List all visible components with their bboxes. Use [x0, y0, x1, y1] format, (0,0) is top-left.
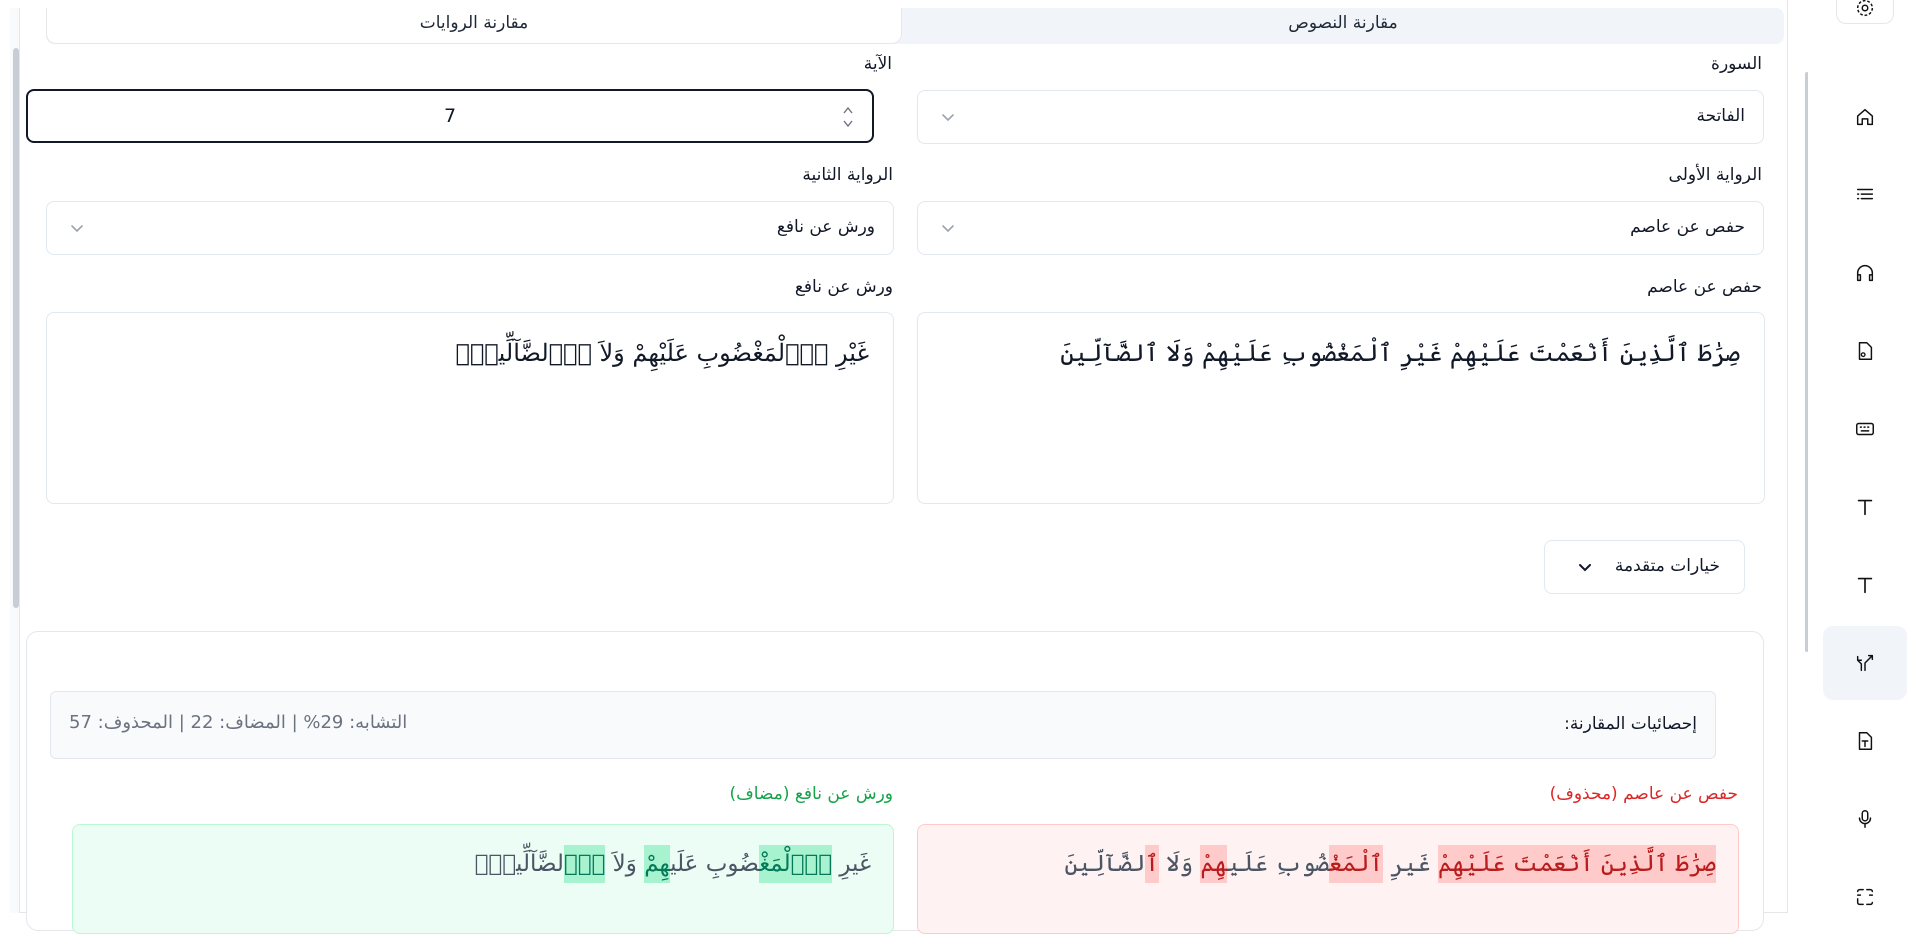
unchanged-segment: وَلاَ [605, 851, 645, 877]
left-scrollbar[interactable] [10, 8, 20, 913]
number-spinner-icon[interactable] [842, 103, 854, 131]
nav-audio[interactable] [1823, 236, 1907, 310]
advanced-options-button[interactable]: خيارات متقدمة [1544, 540, 1745, 594]
text-icon [1857, 499, 1873, 516]
tab-compare-texts[interactable]: مقارنة النصوص [902, 8, 1784, 44]
text-alt-icon [1857, 577, 1873, 594]
second-text-area[interactable]: غَيْرِ اِ۬لْمَغْضُوبِ عَلَيْهِمْ وَلاَ ا… [46, 312, 894, 504]
nav-microphone[interactable] [1823, 782, 1907, 856]
left-scrollbar-thumb[interactable] [13, 48, 19, 608]
file-text-icon [1858, 732, 1873, 750]
first-text-area[interactable]: صِرَٰطَ ٱلَّذِينَ أَنْعَمْتَ عَلَيْهِمْ … [917, 312, 1765, 504]
deleted-label: حفص عن عاصم (محذوف) [1549, 784, 1738, 804]
file-audio-icon [1858, 342, 1873, 360]
nav-keyboard[interactable] [1823, 392, 1907, 466]
keyboard-icon [1856, 422, 1874, 436]
chevron-down-icon [71, 225, 83, 233]
stats-summary: التشابه: 29% | المضاف: 22 | المحذوف: 57 [69, 712, 408, 733]
nav-speech[interactable] [1823, 860, 1907, 934]
headphones-icon [1856, 265, 1874, 282]
speech-icon [1856, 888, 1874, 906]
added-diff-box: غَيرِ اِ۬لْمَغْضُوبِ عَلَيهِمْ وَلاَ اَ۬… [72, 824, 894, 934]
second-narration-label: الرواية الثانية [802, 165, 893, 185]
surah-label: السورة [1711, 54, 1762, 74]
tab-compare-narrations[interactable]: مقارنة الروايات [46, 8, 902, 44]
unchanged-segment: ضُوبِ عَلَي [1227, 851, 1330, 877]
settings-button[interactable] [1836, 0, 1894, 24]
unchanged-segment: لضَّآلِّينَۖ [474, 851, 564, 877]
ayah-number-input[interactable]: 7 [26, 89, 874, 143]
first-narration-label: الرواية الأولى [1668, 165, 1762, 185]
ayah-number-value: 7 [443, 105, 457, 127]
microphone-icon [1858, 810, 1872, 828]
home-icon [1856, 108, 1874, 126]
surah-select-value: الفاتحة [1696, 106, 1745, 126]
nav-text[interactable] [1823, 470, 1907, 544]
first-narration-select[interactable]: حفص عن عاصم [917, 201, 1764, 255]
deleted-segment: ٱ [1145, 845, 1159, 883]
nav-home[interactable] [1823, 80, 1907, 154]
added-label: ورش عن نافع (مضاف) [729, 784, 893, 804]
deleted-segment: صِرَٰطَ ٱلَّذِينَ أَنْعَمْتَ عَلَيْهِمْ [1438, 845, 1716, 883]
added-segment: اِ۬لْمَغْ [759, 845, 833, 883]
list-icon [1856, 188, 1874, 200]
compare-icon [1856, 654, 1874, 672]
first-text-title: حفص عن عاصم [1647, 277, 1762, 297]
chevron-down-icon [942, 114, 954, 122]
nav-text-file[interactable] [1823, 704, 1907, 778]
advanced-options-label: خيارات متقدمة [1614, 556, 1720, 576]
nav-text-alt[interactable] [1823, 548, 1907, 622]
deleted-diff-text: صِرَٰطَ ٱلَّذِينَ أَنْعَمْتَ عَلَيْهِمْ … [1064, 845, 1716, 883]
unchanged-segment: ضُوبِ عَلَي [670, 851, 760, 877]
unchanged-segment: غَيرِ [832, 851, 871, 877]
added-segment: هِمْ [644, 845, 671, 883]
deleted-segment: ٱلْمَغْ [1329, 845, 1383, 883]
nav-compare[interactable] [1823, 626, 1907, 700]
second-narration-select[interactable]: ورش عن نافع [46, 201, 894, 255]
chevron-down-icon [1579, 564, 1591, 572]
added-diff-text: غَيرِ اِ۬لْمَغْضُوبِ عَلَيهِمْ وَلاَ اَ۬… [474, 845, 871, 883]
second-text-title: ورش عن نافع [794, 277, 893, 297]
second-narration-value: ورش عن نافع [776, 217, 875, 237]
unchanged-segment: لضَّآلِّينَ [1064, 851, 1146, 877]
stats-title: إحصائيات المقارنة: [1564, 714, 1697, 734]
comparison-stats: إحصائيات المقارنة: التشابه: 29% | المضاف… [50, 691, 1716, 759]
gear-icon [1856, 0, 1874, 17]
added-segment: اَ۬ [563, 845, 606, 883]
deleted-segment: هِمْ [1200, 845, 1228, 883]
unchanged-segment: غَيرِ [1382, 851, 1438, 877]
ayah-label: الآية [863, 54, 892, 74]
first-text-content: صِرَٰطَ ٱلَّذِينَ أَنْعَمْتَ عَلَيْهِمْ … [1060, 339, 1740, 367]
chevron-down-icon [942, 225, 954, 233]
deleted-diff-box: صِرَٰطَ ٱلَّذِينَ أَنْعَمْتَ عَلَيْهِمْ … [917, 824, 1739, 934]
app-frame: مقارنة النصوص مقارنة الروايات السورة الف… [0, 0, 1919, 934]
second-text-content: غَيْرِ اِ۬لْمَغْضُوبِ عَلَيْهِمْ وَلاَ ا… [455, 339, 869, 367]
first-narration-value: حفص عن عاصم [1630, 217, 1745, 237]
tab-bar: مقارنة النصوص مقارنة الروايات [46, 8, 1784, 44]
unchanged-segment: وَلَا [1158, 851, 1201, 877]
surah-select[interactable]: الفاتحة [917, 90, 1764, 144]
nav-list[interactable] [1823, 158, 1907, 232]
nav-audio-file[interactable] [1823, 314, 1907, 388]
